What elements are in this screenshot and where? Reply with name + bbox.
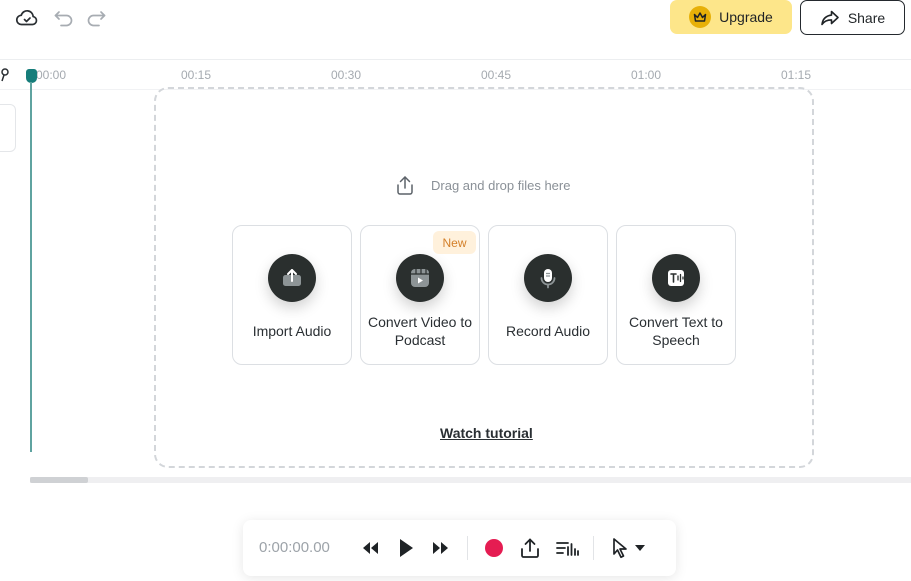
upgrade-button[interactable]: Upgrade: [670, 0, 792, 34]
card-label: Record Audio: [505, 323, 591, 339]
cloud-sync-icon[interactable]: [15, 6, 39, 30]
import-audio-card[interactable]: Import Audio: [232, 225, 352, 365]
record-icon[interactable]: [482, 536, 506, 560]
share-button[interactable]: Share: [800, 0, 905, 35]
record-audio-card[interactable]: Record Audio: [488, 225, 608, 365]
share-label: Share: [847, 9, 886, 26]
timeline-tick: 00:45: [481, 68, 512, 82]
playhead-handle[interactable]: [26, 69, 37, 83]
waveform-icon[interactable]: [555, 536, 579, 560]
timeline-tick: 00:30: [331, 68, 362, 82]
upload-icon: [393, 174, 417, 196]
watch-tutorial-link[interactable]: Watch tutorial: [440, 425, 533, 441]
timeline-scrollbar-thumb[interactable]: [30, 477, 88, 483]
timeline-tick: 01:15: [781, 68, 812, 82]
card-label: Convert Text to Speech: [629, 314, 723, 348]
chevron-down-icon[interactable]: [632, 536, 648, 560]
timeline-ruler[interactable]: 00:00 00:15 00:30 00:45 01:00 01:15: [0, 62, 911, 90]
timecode-display: 0:00:00.00: [259, 539, 330, 556]
rewind-icon[interactable]: [358, 536, 382, 560]
toolbar-divider: [467, 536, 468, 560]
timeline-scrollbar[interactable]: [30, 477, 911, 483]
top-bar: Upgrade Share: [0, 0, 911, 60]
upload-icon: [268, 254, 316, 302]
microphone-icon: [524, 254, 572, 302]
video-icon: [396, 254, 444, 302]
redo-icon[interactable]: [84, 6, 108, 30]
timeline-tick: 00:15: [181, 68, 212, 82]
card-label: Convert Video to Podcast: [367, 314, 473, 348]
text-to-speech-icon: [652, 254, 700, 302]
drag-drop-hint: Drag and drop files here: [393, 174, 570, 196]
toolbar-divider: [593, 536, 594, 560]
undo-icon[interactable]: [52, 6, 76, 30]
side-panel-tab[interactable]: [0, 104, 16, 152]
export-icon[interactable]: [518, 536, 542, 560]
card-label: Import Audio: [252, 323, 332, 339]
play-icon[interactable]: [394, 536, 418, 560]
playback-controls: 0:00:00.00: [243, 520, 676, 576]
playhead-line[interactable]: [30, 82, 32, 452]
fast-forward-icon[interactable]: [429, 536, 453, 560]
crown-icon: [689, 6, 712, 28]
timeline-tick: 00:00: [36, 68, 67, 82]
timeline-tick: 01:00: [631, 68, 662, 82]
new-badge: New: [433, 231, 476, 254]
cursor-icon[interactable]: [608, 536, 632, 560]
share-icon: [820, 9, 840, 27]
marker-pin-icon[interactable]: [0, 68, 12, 82]
upgrade-label: Upgrade: [719, 9, 773, 25]
text-to-speech-card[interactable]: Convert Text to Speech: [616, 225, 736, 365]
drag-drop-text: Drag and drop files here: [431, 177, 571, 193]
